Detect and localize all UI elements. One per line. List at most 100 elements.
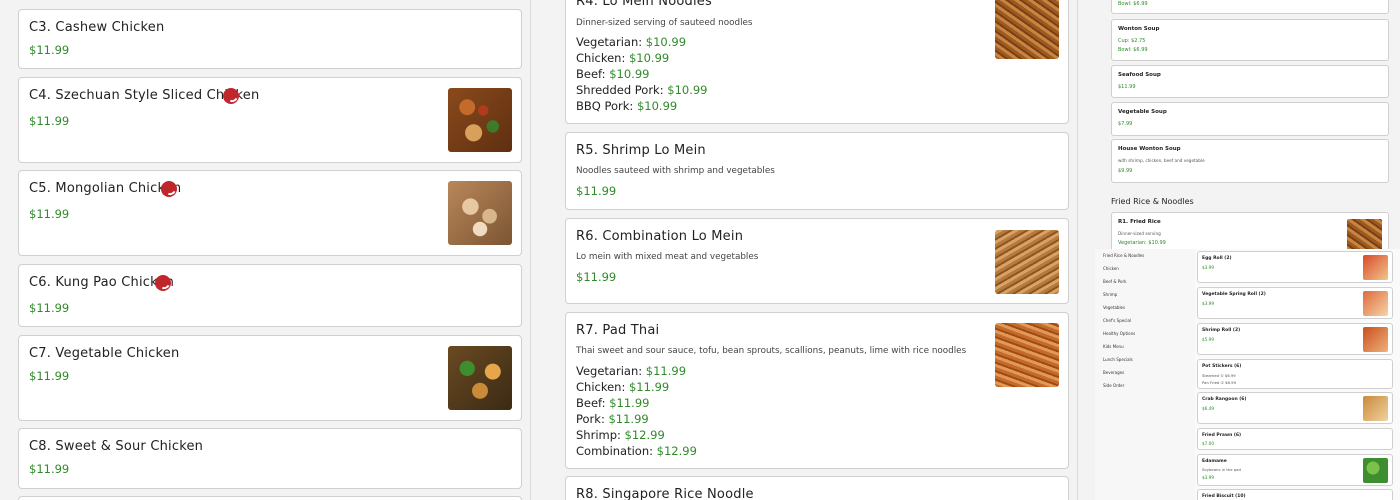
chicken-section: C3. Cashew Chicken $11.99 C4. Szechuan S… (0, 0, 538, 500)
price-value: $10.99 (645, 35, 687, 49)
mini-card[interactable]: Vegetable Spring Roll (2) $3.99 (1197, 287, 1393, 319)
menu-item-card[interactable]: R6. Combination Lo Mein Lo mein with mix… (565, 218, 1069, 304)
price-value: $11.99 (608, 412, 649, 426)
item-price: $11.99 (29, 207, 70, 221)
lo-mein-section: R4. Lo Mein Noodles Dinner-sized serving… (547, 0, 1085, 500)
menu-item-card[interactable]: C8. Sweet & Sour Chicken $11.99 (18, 428, 522, 489)
price-value: $10.99 (628, 51, 670, 65)
mini-card[interactable]: Shrimp Roll (2) $5.99 (1197, 323, 1393, 355)
mini-price: $3.99 (1202, 301, 1214, 306)
mini-card[interactable]: Crab Rangoon (6) $6.49 (1197, 392, 1393, 424)
item-title: C8. Sweet & Sour Chicken (29, 439, 204, 454)
dish-image (995, 323, 1059, 387)
item-title: R4. Lo Mein Noodles (576, 0, 712, 9)
price-value: $10.99 (636, 99, 678, 113)
item-price: $11.99 (576, 270, 617, 284)
menu-item-card[interactable] (18, 496, 522, 500)
item-price: $11.99 (29, 369, 70, 383)
nav-item[interactable]: Vegetables (1103, 305, 1125, 310)
nested-preview: Fried Rice & Noodles Chicken Beef & Pork… (1095, 249, 1400, 500)
mini-card[interactable]: House Wonton Soup with shrimp, chicken, … (1111, 139, 1389, 183)
item-price: $11.99 (576, 184, 617, 198)
price-label: Shredded Pork: (576, 83, 664, 97)
mini-price: Vegetarian: $10.99 (1118, 240, 1166, 246)
price-label: BBQ Pork: (576, 99, 634, 113)
item-price: $11.99 (29, 43, 70, 57)
nav-item[interactable]: Beef & Pork (1103, 279, 1126, 284)
mini-card[interactable]: Pot Stickers (6) Steamed ① $6.99 Pan Fri… (1197, 359, 1393, 389)
dish-image (1347, 219, 1382, 253)
category-nav: Fried Rice & Noodles Chicken Beef & Pork… (1095, 249, 1195, 500)
dish-image (448, 181, 512, 245)
nav-item[interactable]: Beverages (1103, 370, 1124, 375)
item-description: Thai sweet and sour sauce, tofu, bean sp… (576, 346, 967, 356)
mini-card[interactable]: Egg Roll (2) $3.99 (1197, 251, 1393, 283)
price-label: Beef: (576, 67, 606, 81)
mini-title: Egg Roll (2) (1202, 256, 1232, 261)
mini-card[interactable]: Wonton Soup Cup: $2.75 Bowl: $6.99 (1111, 19, 1389, 61)
nav-item[interactable]: Healthy Options (1103, 331, 1135, 336)
menu-item-card[interactable]: C4. Szechuan Style Sliced Chicken $11.99 (18, 77, 522, 163)
dish-image (1363, 396, 1388, 421)
menu-item-card[interactable]: C5. Mongolian Chicken $11.99 (18, 170, 522, 256)
price-label: Chicken: (576, 380, 626, 394)
nav-item[interactable]: Lunch Specials (1103, 357, 1133, 362)
mini-card[interactable]: Bowl: $6.99 (1111, 0, 1389, 14)
item-title: C7. Vegetable Chicken (29, 346, 180, 361)
menu-item-card[interactable]: C7. Vegetable Chicken $11.99 (18, 335, 522, 421)
item-description: Lo mein with mixed meat and vegetables (576, 252, 759, 262)
mini-price: Bowl: $6.99 (1118, 1, 1148, 7)
menu-item-card[interactable]: R7. Pad Thai Thai sweet and sour sauce, … (565, 312, 1069, 469)
mini-card[interactable]: Seafood Soup $11.99 (1111, 65, 1389, 98)
mini-price: $7.00 (1202, 441, 1214, 446)
price-value: $10.99 (609, 67, 650, 81)
spicy-icon (161, 181, 177, 197)
nav-item[interactable]: Side Order (1103, 383, 1124, 388)
mini-card[interactable]: Vegetable Soup $7.99 (1111, 102, 1389, 136)
menu-item-card[interactable]: R5. Shrimp Lo Mein Noodles sauteed with … (565, 132, 1069, 210)
item-title: R7. Pad Thai (576, 323, 660, 338)
nav-item[interactable]: Kids Menu (1103, 344, 1124, 349)
mini-title: Pot Stickers (6) (1202, 364, 1242, 369)
nav-item[interactable]: Shrimp (1103, 292, 1117, 297)
mini-card[interactable]: Fried Prawn (6) $7.00 (1197, 428, 1393, 450)
mini-price: $3.99 (1202, 475, 1214, 480)
menu-item-card[interactable]: R8. Singapore Rice Noodle (565, 476, 1069, 500)
item-title: C6. Kung Pao Chicken (29, 275, 175, 290)
mini-title: R1. Fried Rice (1118, 219, 1161, 225)
mini-title: Fried Biscuit (10) (1202, 494, 1246, 499)
menu-item-card[interactable]: R4. Lo Mein Noodles Dinner-sized serving… (565, 0, 1069, 124)
menu-item-card[interactable]: C3. Cashew Chicken $11.99 (18, 9, 522, 69)
price-value: $11.99 (609, 396, 650, 410)
price-list: Vegetarian: $10.99 Chicken: $10.99 Beef:… (576, 34, 708, 114)
mini-title: Crab Rangoon (6) (1202, 397, 1247, 402)
mini-price: $11.99 (1118, 84, 1136, 90)
mini-price: $9.99 (1118, 168, 1133, 174)
price-label: Vegetarian: (576, 364, 643, 378)
item-title: C5. Mongolian Chicken (29, 181, 182, 196)
item-price: $11.99 (29, 301, 70, 315)
price-label: Pork: (576, 412, 605, 426)
item-price: $11.99 (29, 114, 70, 128)
price-label: Chicken: (576, 51, 626, 65)
mini-card[interactable]: Fried Biscuit (10) (1197, 489, 1393, 500)
mini-title: Vegetable Spring Roll (2) (1202, 292, 1266, 297)
price-value: $12.99 (656, 444, 697, 458)
nav-item[interactable]: Chef's Special (1103, 318, 1131, 323)
menu-item-card[interactable]: C6. Kung Pao Chicken $11.99 (18, 264, 522, 327)
price-value: $11.99 (628, 380, 670, 394)
mini-card[interactable]: Edamame Soybeans in the pod $3.99 (1197, 454, 1393, 486)
mini-title: Seafood Soup (1118, 72, 1161, 78)
nav-item[interactable]: Fried Rice & Noodles (1103, 253, 1144, 258)
dish-image (995, 230, 1059, 294)
item-title: C3. Cashew Chicken (29, 20, 165, 35)
nav-item[interactable]: Chicken (1103, 266, 1119, 271)
mini-title: Vegetable Soup (1118, 109, 1167, 115)
mini-price: $5.99 (1202, 337, 1214, 342)
dish-image (1363, 255, 1388, 280)
mini-card[interactable]: R1. Fried Rice Dinner-sized serving Vege… (1111, 212, 1389, 253)
item-title: R5. Shrimp Lo Mein (576, 143, 706, 158)
price-list: Vegetarian: $11.99 Chicken: $11.99 Beef:… (576, 363, 697, 459)
item-price: $11.99 (29, 462, 70, 476)
mini-price: Cup: $2.75 (1118, 38, 1146, 44)
